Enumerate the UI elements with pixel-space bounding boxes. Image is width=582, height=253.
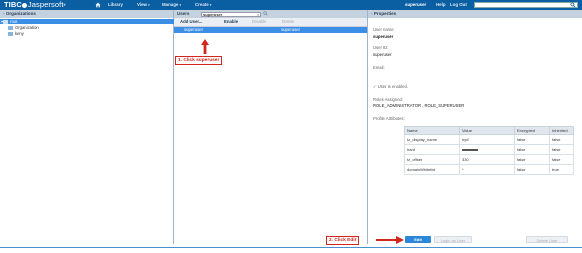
logo-orb-icon [22, 2, 28, 8]
search-icon[interactable] [263, 11, 268, 16]
column-header-inherited: Inherited [549, 126, 574, 135]
collapse-icon[interactable]: ▫ [371, 11, 373, 16]
folder-icon [3, 20, 9, 24]
add-user-button[interactable]: Add User... [180, 18, 202, 26]
attr-inherited: true [549, 164, 574, 175]
user-search-input[interactable]: superuser [201, 11, 261, 17]
nav-view-label: View [137, 2, 147, 7]
properties-header: ▫ Properties [368, 10, 582, 18]
global-search-input[interactable] [474, 2, 578, 8]
profile-attributes-table: Name Value Encrypted Inherited tz_displa… [404, 126, 574, 175]
masked-value-icon [462, 148, 478, 151]
table-row: hard false false [404, 144, 574, 155]
table-row: domainWhitelist * false true [404, 164, 574, 175]
user-name-value: superuser [373, 34, 394, 39]
login-as-user-button[interactable]: Login as User [434, 236, 472, 243]
home-icon[interactable] [95, 2, 101, 8]
folder-icon [8, 32, 13, 36]
user-row-id: superuser [281, 27, 301, 32]
tree-item-organization[interactable]: Organization [8, 25, 39, 30]
attr-inherited: false [549, 144, 574, 155]
attr-value: 330 [459, 154, 515, 165]
organizations-title: Organizations [5, 11, 36, 16]
column-header-value: Value [459, 126, 515, 135]
check-icon: ✓ [373, 84, 377, 89]
chevron-down-icon: ▾ [148, 3, 150, 7]
attr-inherited: false [549, 154, 574, 165]
column-header-name: Name [404, 126, 460, 135]
properties-title: Properties [373, 11, 397, 16]
jaspersoft-logo[interactable]: TIBC Jaspersoft® [4, 1, 66, 9]
user-row-name: superuser [184, 27, 204, 32]
enable-button[interactable]: Enable [224, 18, 238, 26]
collapse-icon[interactable]: ▫ [3, 11, 5, 16]
step1-callout: 1. Click superuser [175, 56, 223, 65]
attr-encrypted: false [514, 134, 550, 145]
footer-divider [0, 247, 582, 248]
table-row: tz_display_name hyd false false [404, 134, 574, 145]
folder-icon [8, 26, 13, 30]
tree-item-keny[interactable]: keny [8, 31, 24, 36]
user-enabled-checkbox: ✓ User is enabled. [373, 84, 408, 89]
column-header-encrypted: Encrypted [514, 126, 550, 135]
attr-name: domainWhitelist [404, 164, 460, 175]
logout-link[interactable]: Log Out [450, 0, 467, 10]
organizations-header: ▫ Organizations [0, 10, 173, 18]
attr-value: * [459, 164, 515, 175]
nav-library[interactable]: Library [108, 0, 123, 10]
user-enabled-label: User is enabled. [377, 84, 408, 89]
attr-name: tz_display_name [404, 134, 460, 145]
attr-inherited: false [549, 134, 574, 145]
profile-attributes-label: Profile Attributes: [373, 116, 405, 121]
tree-item-keny-label: keny [15, 31, 24, 36]
chevron-down-icon: ▾ [209, 3, 212, 7]
users-title: Users [177, 11, 190, 16]
user-row-superuser[interactable]: superuser superuser [174, 27, 367, 33]
logout-label: Log Out [450, 2, 467, 7]
email-label: Email: [373, 65, 385, 70]
edit-button[interactable]: Edit [405, 236, 431, 243]
tree-item-root[interactable]: ▾ root [0, 19, 174, 24]
logo-text-a: TIBC [4, 0, 22, 9]
disable-button[interactable]: Disable [252, 18, 266, 26]
roles-value: ROLE_ADMINISTRATOR , ROLE_SUPERUSER [373, 103, 465, 108]
roles-label: Roles Assigned: [373, 97, 404, 102]
chevron-down-icon: ▾ [179, 3, 182, 7]
attr-value: hyd [459, 134, 515, 145]
attr-encrypted: false [514, 154, 550, 165]
logo-registered: ® [63, 3, 66, 7]
nav-manage[interactable]: Manage ▾ [162, 0, 181, 10]
nav-library-label: Library [108, 2, 123, 7]
users-header: Users superuser × [174, 10, 367, 18]
nav-create[interactable]: Create ▾ [195, 0, 211, 10]
current-user-name: superuser [405, 2, 427, 7]
attr-name: tz_offset [404, 154, 460, 165]
nav-manage-label: Manage [162, 2, 179, 7]
tree-item-organization-label: Organization [15, 25, 39, 30]
current-user-link[interactable]: superuser [405, 0, 426, 10]
attr-value-masked [459, 144, 515, 155]
tree-item-root-label: root [10, 19, 18, 24]
nav-create-label: Create [195, 2, 209, 7]
user-id-value: superuser [373, 52, 392, 57]
organizations-panel: ▫ Organizations ▾ root Organization keny [0, 10, 174, 244]
user-name-label: User name: [373, 27, 395, 32]
arrow-up-icon [201, 39, 209, 54]
attr-encrypted: false [514, 144, 550, 155]
attr-encrypted: false [514, 164, 550, 175]
search-icon[interactable] [570, 2, 576, 8]
table-row: tz_offset 330 false false [404, 154, 574, 165]
logo-text-b: Jaspersoft [27, 0, 64, 9]
delete-button[interactable]: Delete [282, 18, 294, 26]
attr-name: hard [404, 144, 460, 155]
nav-view[interactable]: View ▾ [137, 0, 150, 10]
delete-user-button[interactable]: Delete User [526, 236, 568, 243]
users-toolbar: Add User... Enable Disable Delete [174, 18, 367, 27]
help-label: Help [436, 2, 446, 7]
table-header-row: Name Value Encrypted Inherited [404, 126, 574, 135]
user-id-label: User ID: [373, 45, 389, 50]
step2-callout: 2. Click Edit [326, 236, 360, 245]
help-link[interactable]: Help [436, 0, 446, 10]
